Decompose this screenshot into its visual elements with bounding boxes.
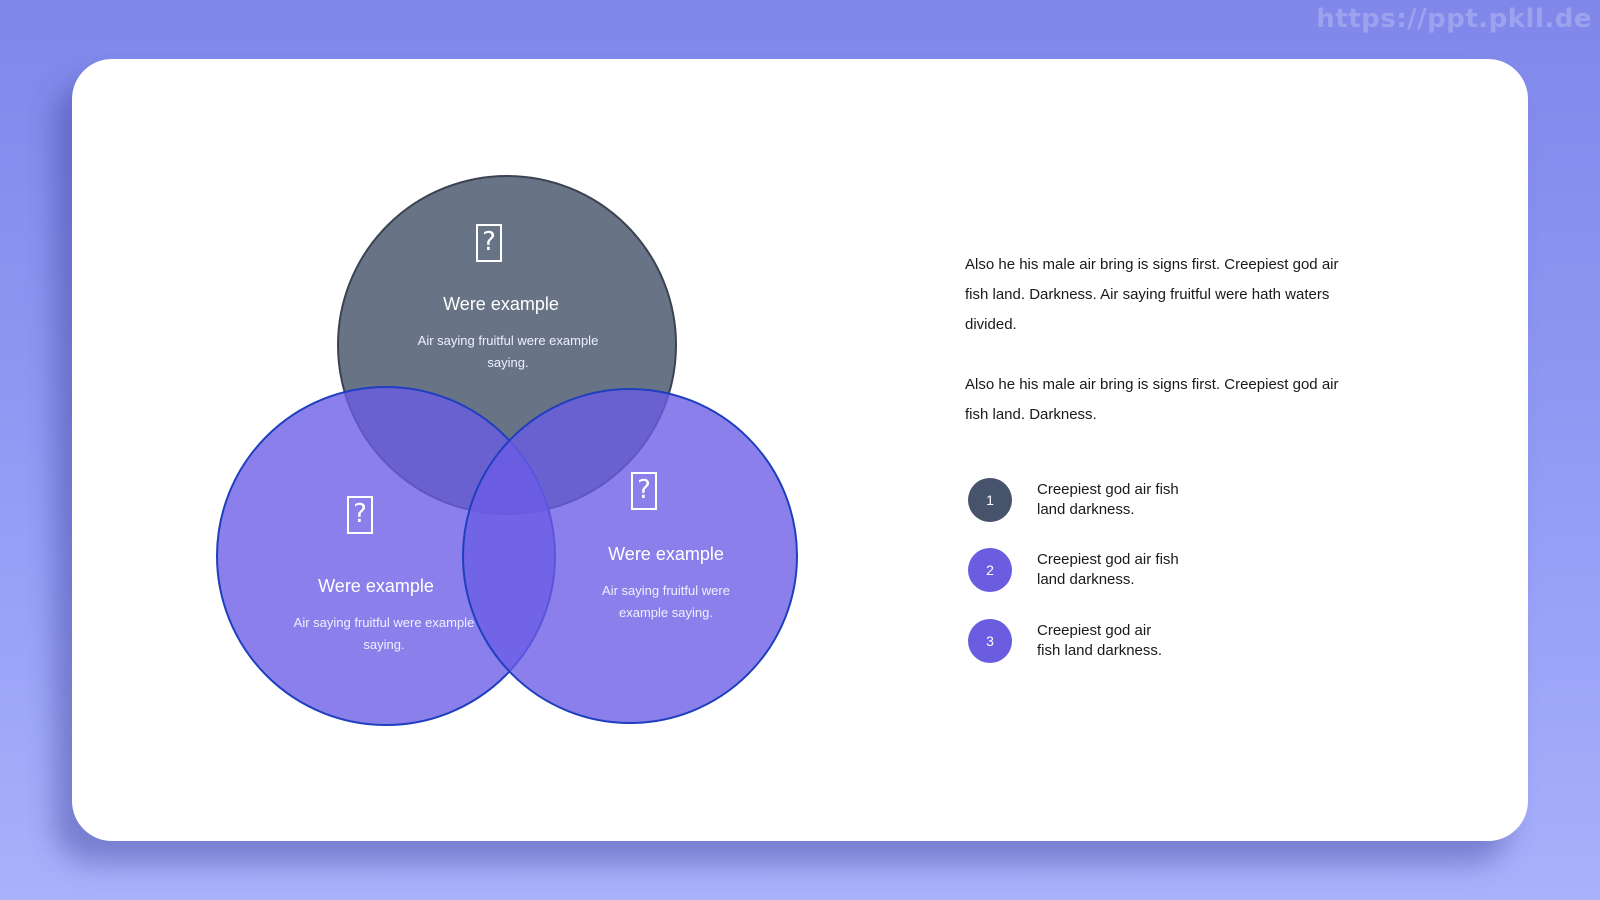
list-item-text: Creepiest god air fish land darkness. xyxy=(1037,481,1179,518)
question-box-icon: ? xyxy=(476,224,502,262)
venn-top-description: Air saying fruitful were example saying. xyxy=(417,333,599,370)
body-paragraph-2: Also he his male air bring is signs firs… xyxy=(965,376,1339,423)
number-badge: 3 xyxy=(968,619,1012,663)
list-item: 2 Creepiest god air fish land darkness. xyxy=(968,548,1228,594)
venn-circles xyxy=(216,175,798,726)
number-badge: 1 xyxy=(968,478,1012,522)
list-item-text: Creepiest god air fish land darkness. xyxy=(1037,551,1179,588)
question-box-icon: ? xyxy=(631,472,657,510)
number-badge: 2 xyxy=(968,548,1012,592)
list-item-text: Creepiest god air fish land darkness. xyxy=(1037,622,1163,659)
venn-right-description: Air saying fruitful were example saying. xyxy=(602,583,730,620)
question-box-icon: ? xyxy=(347,496,373,534)
venn-right-title: Were example xyxy=(608,544,724,564)
venn-left-description: Air saying fruitful were example saying. xyxy=(293,615,475,652)
body-paragraph-1: Also he his male air bring is signs firs… xyxy=(965,256,1339,333)
venn-left-title: Were example xyxy=(318,576,434,596)
list-item: 1 Creepiest god air fish land darkness. xyxy=(968,478,1228,524)
venn-top-title: Were example xyxy=(443,294,559,314)
venn-diagram: ? Were example Air saying fruitful were … xyxy=(0,0,1600,900)
list-item: 3 Creepiest god air fish land darkness. xyxy=(968,619,1228,665)
